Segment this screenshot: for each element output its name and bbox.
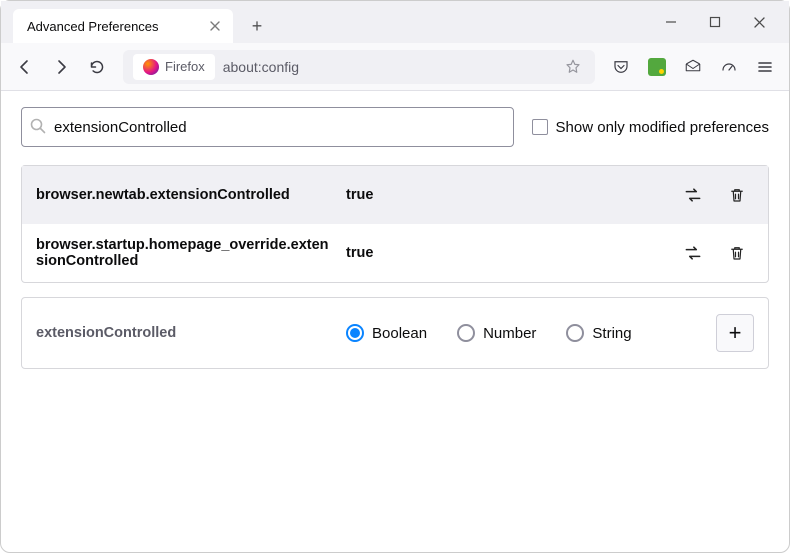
reload-button[interactable]: [81, 51, 113, 83]
checkbox-icon: [532, 119, 548, 135]
firefox-logo-icon: [143, 59, 159, 75]
gauge-icon[interactable]: [713, 51, 745, 83]
pref-row[interactable]: browser.startup.homepage_override.extens…: [22, 224, 768, 282]
close-tab-icon[interactable]: [207, 18, 223, 34]
titlebar: Advanced Preferences +: [1, 1, 789, 43]
type-string[interactable]: String: [566, 324, 631, 342]
pref-value: true: [346, 187, 666, 203]
pref-search-box: [21, 107, 514, 147]
search-icon: [29, 117, 47, 135]
bookmark-star-icon[interactable]: [561, 55, 585, 79]
type-boolean[interactable]: Boolean: [346, 324, 427, 342]
nav-toolbar: Firefox about:config: [1, 43, 789, 91]
identity-label: Firefox: [165, 59, 205, 74]
add-pref-button[interactable]: +: [716, 314, 754, 352]
search-row: Show only modified preferences: [21, 107, 769, 147]
pref-row[interactable]: browser.newtab.extensionControlled true: [22, 166, 768, 224]
mail-icon[interactable]: [677, 51, 709, 83]
identity-badge[interactable]: Firefox: [133, 54, 215, 80]
tab-title: Advanced Preferences: [27, 19, 199, 34]
new-tab-button[interactable]: +: [243, 12, 271, 40]
radio-icon: [457, 324, 475, 342]
pref-name: browser.newtab.extensionControlled: [36, 187, 336, 203]
type-radio-group: Boolean Number String: [346, 324, 706, 342]
url-bar[interactable]: Firefox about:config: [123, 50, 595, 84]
modified-only-checkbox[interactable]: Show only modified preferences: [532, 119, 769, 136]
toggle-button[interactable]: [676, 236, 710, 270]
pref-value: true: [346, 245, 666, 261]
delete-button[interactable]: [720, 178, 754, 212]
url-text: about:config: [223, 59, 299, 75]
create-pref-row: extensionControlled Boolean Number Strin…: [21, 297, 769, 369]
pref-name: browser.startup.homepage_override.extens…: [36, 237, 336, 269]
app-menu-button[interactable]: [749, 51, 781, 83]
extension-icon[interactable]: [641, 51, 673, 83]
pocket-icon[interactable]: [605, 51, 637, 83]
radio-icon: [346, 324, 364, 342]
content-area: Show only modified preferences browser.n…: [1, 91, 789, 385]
radio-icon: [566, 324, 584, 342]
forward-button[interactable]: [45, 51, 77, 83]
create-pref-name: extensionControlled: [36, 325, 336, 341]
tab-active[interactable]: Advanced Preferences: [13, 9, 233, 43]
radio-label: Number: [483, 325, 536, 342]
type-number[interactable]: Number: [457, 324, 536, 342]
pref-search-input[interactable]: [21, 107, 514, 147]
toggle-button[interactable]: [676, 178, 710, 212]
close-window-button[interactable]: [737, 3, 781, 41]
window-controls: [649, 3, 781, 41]
pref-list: browser.newtab.extensionControlled true …: [21, 165, 769, 283]
back-button[interactable]: [9, 51, 41, 83]
maximize-button[interactable]: [693, 3, 737, 41]
delete-button[interactable]: [720, 236, 754, 270]
radio-label: String: [592, 325, 631, 342]
radio-label: Boolean: [372, 325, 427, 342]
checkbox-label: Show only modified preferences: [556, 119, 769, 136]
minimize-button[interactable]: [649, 3, 693, 41]
